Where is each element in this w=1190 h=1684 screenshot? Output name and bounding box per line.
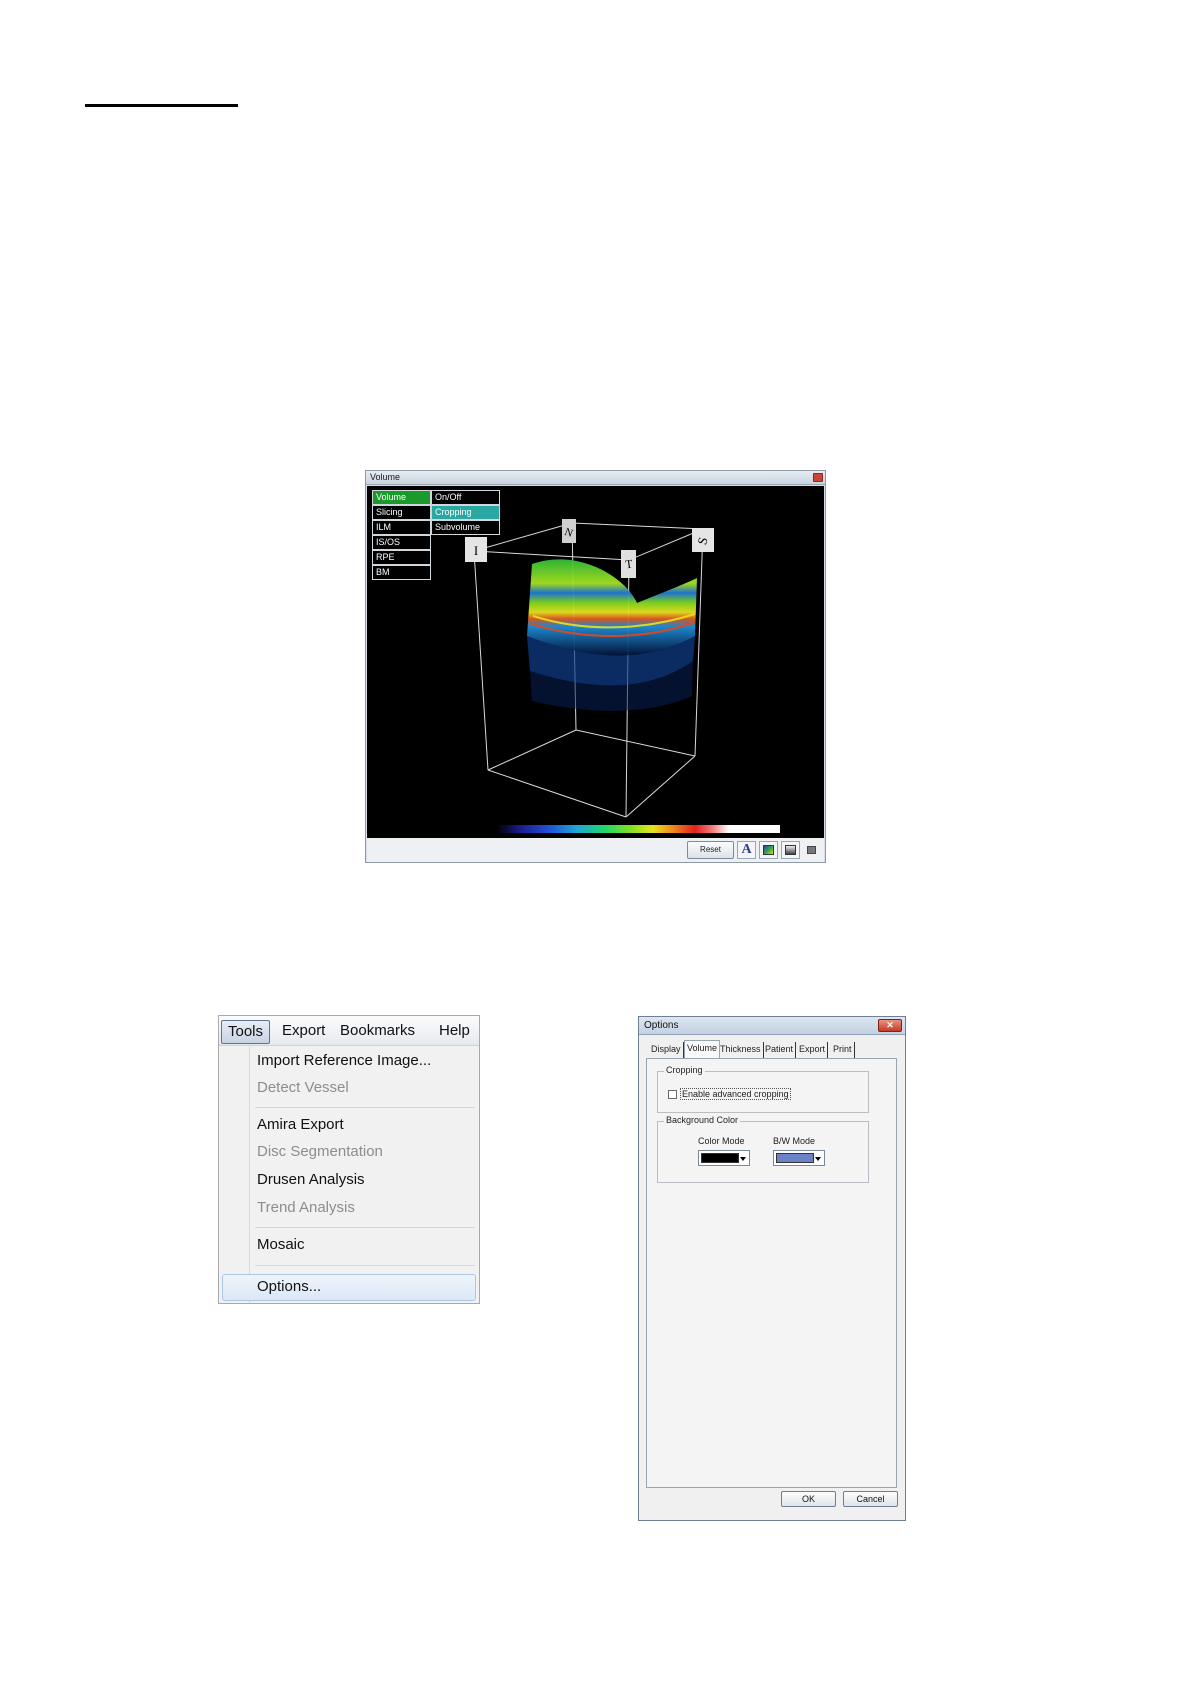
color-scale-bar xyxy=(497,825,780,833)
menu-item-disc-segmentation: Disc Segmentation xyxy=(257,1143,383,1160)
menu-icon-gutter xyxy=(249,1047,250,1303)
tab-thickness[interactable]: Thickness xyxy=(718,1042,764,1058)
color-mode-dropdown[interactable] xyxy=(698,1150,750,1166)
ok-button[interactable]: OK xyxy=(781,1491,836,1507)
menubar: Tools Export Bookmarks Help xyxy=(219,1016,479,1046)
layer-item-ilm[interactable]: ILM xyxy=(372,520,431,535)
layer-item-isos[interactable]: IS/OS xyxy=(372,535,431,550)
menu-item-options[interactable]: Options... xyxy=(257,1278,321,1295)
face-label-i: I xyxy=(474,543,478,558)
menu-item-mosaic[interactable]: Mosaic xyxy=(257,1236,305,1253)
layer-item-bm[interactable]: BM xyxy=(372,565,431,580)
tools-menu-screenshot: Tools Export Bookmarks Help Import Refer… xyxy=(218,1015,480,1304)
menu-item-amira-export[interactable]: Amira Export xyxy=(257,1116,344,1133)
tab-volume[interactable]: Volume xyxy=(684,1040,721,1058)
color-mode-label: Color Mode xyxy=(698,1136,745,1146)
background-color-group: Background Color Color Mode B/W Mode xyxy=(657,1115,869,1183)
menu-item-detect-vessel: Detect Vessel xyxy=(257,1079,349,1096)
sub-item-cropping[interactable]: Cropping xyxy=(431,505,500,520)
options-title: Options xyxy=(644,1020,679,1031)
menu-separator xyxy=(255,1107,475,1108)
layer-item-rpe[interactable]: RPE xyxy=(372,550,431,565)
bw-mode-icon[interactable] xyxy=(781,841,800,859)
cropping-group-label: Cropping xyxy=(664,1065,705,1075)
color-mode-swatch xyxy=(701,1153,739,1163)
close-icon[interactable]: ✕ xyxy=(878,1019,902,1032)
tab-print[interactable]: Print xyxy=(831,1042,855,1058)
options-titlebar[interactable]: Options ✕ xyxy=(639,1017,905,1035)
layer-item-volume[interactable]: Volume xyxy=(372,490,431,505)
menu-item-drusen-analysis[interactable]: Drusen Analysis xyxy=(257,1171,365,1188)
options-dialog: Options ✕ Display Volume Thickness Patie… xyxy=(638,1016,906,1521)
minimize-icon[interactable] xyxy=(803,841,822,859)
cropping-group: Cropping Enable advanced cropping xyxy=(657,1065,869,1113)
chevron-down-icon xyxy=(740,1157,746,1161)
bw-mode-label: B/W Mode xyxy=(773,1136,816,1146)
sub-item-subvolume[interactable]: Subvolume xyxy=(431,520,500,535)
menu-export[interactable]: Export xyxy=(276,1020,331,1044)
volume-toolbar: Reset A xyxy=(367,838,824,862)
tab-display[interactable]: Display xyxy=(649,1042,684,1058)
volume-window-title: Volume xyxy=(370,472,401,482)
volume-titlebar[interactable]: Volume xyxy=(366,471,825,485)
enable-advanced-cropping-checkbox[interactable] xyxy=(668,1090,677,1099)
menu-help[interactable]: Help xyxy=(433,1020,476,1044)
menu-separator xyxy=(255,1265,475,1266)
cancel-button[interactable]: Cancel xyxy=(843,1491,898,1507)
color-mode-icon[interactable] xyxy=(759,841,778,859)
bw-mode-swatch xyxy=(776,1153,814,1163)
enable-advanced-cropping-label[interactable]: Enable advanced cropping xyxy=(680,1088,791,1100)
menu-item-import-reference-image[interactable]: Import Reference Image... xyxy=(257,1052,431,1069)
tab-patient[interactable]: Patient xyxy=(763,1042,797,1058)
chevron-down-icon xyxy=(815,1157,821,1161)
sub-item-onoff[interactable]: On/Off xyxy=(431,490,500,505)
tab-export[interactable]: Export xyxy=(797,1042,829,1058)
background-color-group-label: Background Color xyxy=(664,1115,741,1125)
menu-tools[interactable]: Tools xyxy=(221,1020,271,1044)
retina-volume xyxy=(527,559,697,711)
volume-render-view[interactable]: I N T S Volume Slicing ILM IS/OS RPE BM … xyxy=(367,486,824,838)
bw-mode-dropdown[interactable] xyxy=(773,1150,825,1166)
close-icon[interactable] xyxy=(813,473,823,482)
menu-separator xyxy=(255,1227,475,1228)
heading-underline xyxy=(85,104,238,107)
reset-button[interactable]: Reset xyxy=(687,841,734,859)
menu-bookmarks[interactable]: Bookmarks xyxy=(334,1020,421,1044)
volume-tab-panel: Cropping Enable advanced cropping Backgr… xyxy=(646,1058,897,1488)
layer-item-slicing[interactable]: Slicing xyxy=(372,505,431,520)
volume-render: I N T S xyxy=(465,519,780,833)
font-icon[interactable]: A xyxy=(737,841,756,859)
volume-window: Volume I N T S Volume Slicing ILM IS/OS … xyxy=(365,470,826,863)
menu-item-trend-analysis: Trend Analysis xyxy=(257,1199,355,1216)
